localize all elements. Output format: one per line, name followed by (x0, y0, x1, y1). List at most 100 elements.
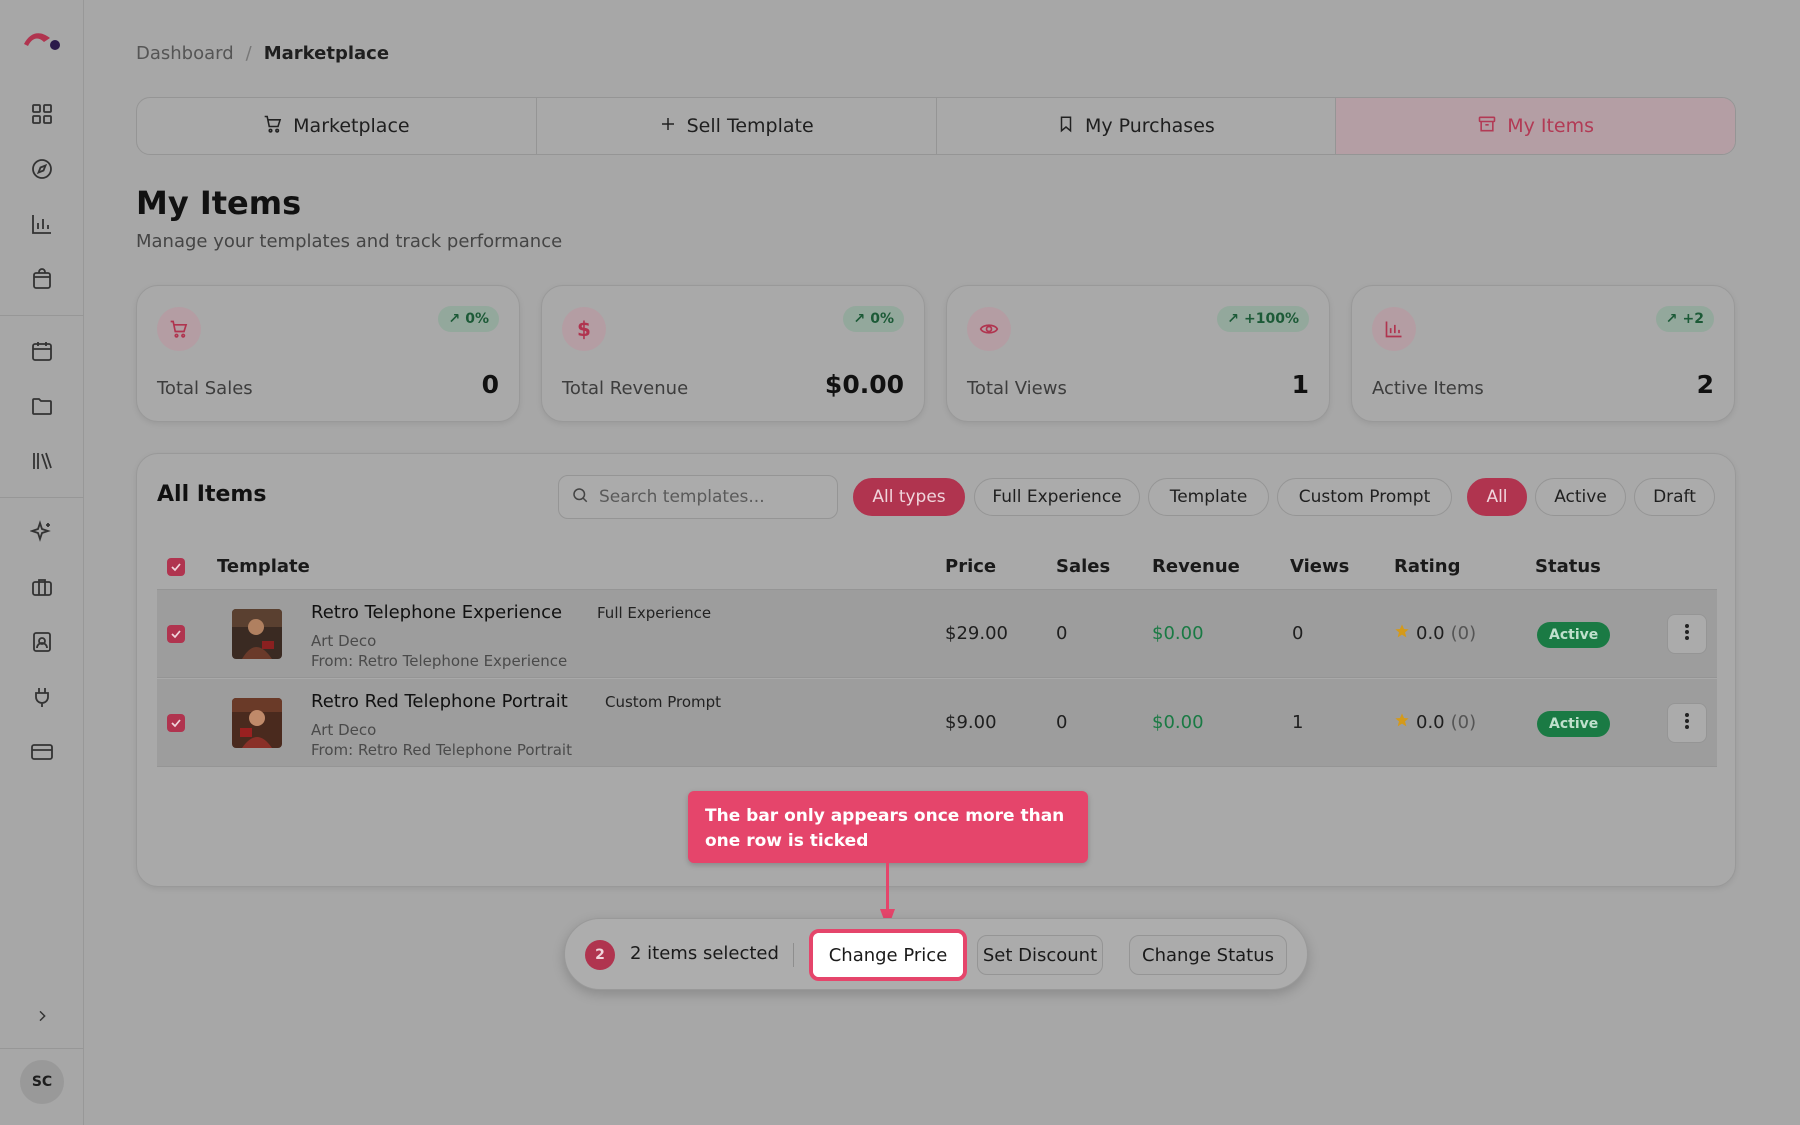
template-name[interactable]: Retro Red Telephone Portrait (311, 691, 568, 712)
trend-badge: ↗ 0% (843, 306, 904, 332)
filter-status-all[interactable]: All (1467, 478, 1527, 516)
status-badge: Active (1537, 622, 1611, 648)
column-template[interactable]: Template (217, 556, 310, 577)
rating-cell: 0.0 (0) (1394, 623, 1476, 644)
row-checkbox[interactable] (167, 625, 185, 643)
breadcrumb: Dashboard / Marketplace (136, 43, 389, 64)
eye-icon (967, 307, 1011, 351)
avatar[interactable]: SC (20, 1060, 64, 1104)
tab-label: My Items (1507, 115, 1595, 137)
breadcrumb-separator: / (245, 43, 252, 64)
more-vertical-icon (1684, 712, 1690, 734)
table-row[interactable]: Retro Telephone Experience Full Experien… (157, 590, 1717, 678)
filter-full-experience[interactable]: Full Experience (974, 478, 1140, 516)
stat-card-total-views: ↗ +100% Total Views 1 (946, 285, 1330, 422)
bookmark-icon (1057, 115, 1075, 138)
template-thumbnail (232, 698, 282, 748)
sales-cell: 0 (1056, 623, 1068, 644)
template-style: Art Deco (311, 632, 377, 650)
stat-value: 2 (1696, 370, 1714, 399)
stat-card-total-sales: ↗ 0% Total Sales 0 (136, 285, 520, 422)
filter-status-draft[interactable]: Draft (1634, 478, 1715, 516)
row-menu-button[interactable] (1667, 614, 1707, 654)
set-discount-button[interactable]: Set Discount (977, 935, 1103, 975)
filter-template[interactable]: Template (1148, 478, 1269, 516)
search-box (558, 475, 838, 519)
page-subtitle: Manage your templates and track performa… (136, 231, 563, 252)
bar-chart-icon[interactable] (26, 208, 58, 240)
plug-icon[interactable] (26, 681, 58, 713)
bar-chart-icon (1372, 307, 1416, 351)
more-vertical-icon (1684, 623, 1690, 645)
template-source: From: Retro Telephone Experience (311, 652, 568, 670)
stat-label: Active Items (1372, 378, 1484, 399)
stat-value: $0.00 (824, 370, 904, 399)
stat-label: Total Sales (157, 378, 253, 399)
column-views[interactable]: Views (1290, 556, 1349, 577)
trend-up-icon: ↗ (448, 311, 461, 327)
breadcrumb-current: Marketplace (263, 43, 390, 64)
column-price[interactable]: Price (945, 556, 996, 577)
template-type: Custom Prompt (605, 693, 722, 711)
select-all-checkbox[interactable] (167, 558, 185, 576)
change-price-button[interactable]: Change Price (809, 929, 967, 981)
library-icon[interactable] (26, 445, 58, 477)
column-rating[interactable]: Rating (1394, 556, 1460, 577)
briefcase-icon[interactable] (26, 571, 58, 603)
template-source: From: Retro Red Telephone Portrait (311, 741, 572, 759)
tab-label: Sell Template (686, 115, 814, 137)
cart-icon (263, 114, 283, 139)
search-input[interactable] (599, 487, 819, 507)
trend-up-icon: ↗ (1227, 311, 1240, 327)
views-cell: 0 (1292, 623, 1304, 644)
contact-icon[interactable] (26, 626, 58, 658)
selected-count-badge: 2 (585, 940, 615, 970)
trend-up-icon: ↗ (853, 311, 866, 327)
grid-icon[interactable] (26, 98, 58, 130)
tab-my-items[interactable]: My Items (1336, 98, 1735, 154)
tab-label: Marketplace (293, 115, 410, 137)
table-header: Template Price Sales Revenue Views Ratin… (157, 544, 1717, 590)
views-cell: 1 (1292, 712, 1304, 733)
archive-icon (1477, 114, 1497, 139)
chevron-right-icon[interactable] (26, 1000, 58, 1032)
tab-my-purchases[interactable]: My Purchases (937, 98, 1337, 154)
column-revenue[interactable]: Revenue (1152, 556, 1240, 577)
sidebar: SC (0, 0, 84, 1125)
plus-icon (659, 115, 677, 138)
stat-value: 0 (481, 370, 499, 399)
logo[interactable] (22, 28, 62, 52)
annotation-tooltip: The bar only appears once more than one … (688, 791, 1088, 863)
filter-all-types[interactable]: All types (853, 478, 965, 516)
card-title: All Items (157, 482, 267, 507)
stat-card-active-items: ↗ +2 Active Items 2 (1351, 285, 1735, 422)
table-row[interactable]: Retro Red Telephone Portrait Custom Prom… (157, 679, 1717, 767)
stat-label: Total Revenue (562, 378, 689, 399)
rating-cell: 0.0 (0) (1394, 712, 1476, 733)
shopping-bag-icon[interactable] (26, 263, 58, 295)
change-status-button[interactable]: Change Status (1129, 935, 1287, 975)
folder-icon[interactable] (26, 390, 58, 422)
sparkles-icon[interactable] (26, 516, 58, 548)
filter-custom-prompt[interactable]: Custom Prompt (1277, 478, 1452, 516)
column-sales[interactable]: Sales (1056, 556, 1110, 577)
column-status[interactable]: Status (1535, 556, 1601, 577)
credit-card-icon[interactable] (26, 736, 58, 768)
row-checkbox[interactable] (167, 714, 185, 732)
cart-icon (157, 307, 201, 351)
stat-value: 1 (1291, 370, 1309, 399)
stat-card-total-revenue: $ ↗ 0% Total Revenue $0.00 (541, 285, 925, 422)
filter-status-active[interactable]: Active (1535, 478, 1626, 516)
dollar-icon: $ (562, 307, 606, 351)
template-name[interactable]: Retro Telephone Experience (311, 602, 562, 623)
calendar-icon[interactable] (26, 335, 58, 367)
compass-icon[interactable] (26, 153, 58, 185)
stat-label: Total Views (967, 378, 1067, 399)
breadcrumb-dashboard[interactable]: Dashboard (136, 43, 234, 64)
trend-up-icon: ↗ (1665, 311, 1678, 327)
star-icon (1394, 623, 1410, 644)
bulk-action-bar: 2 2 items selected Change Price Set Disc… (564, 918, 1308, 990)
row-menu-button[interactable] (1667, 703, 1707, 743)
tab-sell-template[interactable]: Sell Template (537, 98, 937, 154)
tab-marketplace[interactable]: Marketplace (137, 98, 537, 154)
